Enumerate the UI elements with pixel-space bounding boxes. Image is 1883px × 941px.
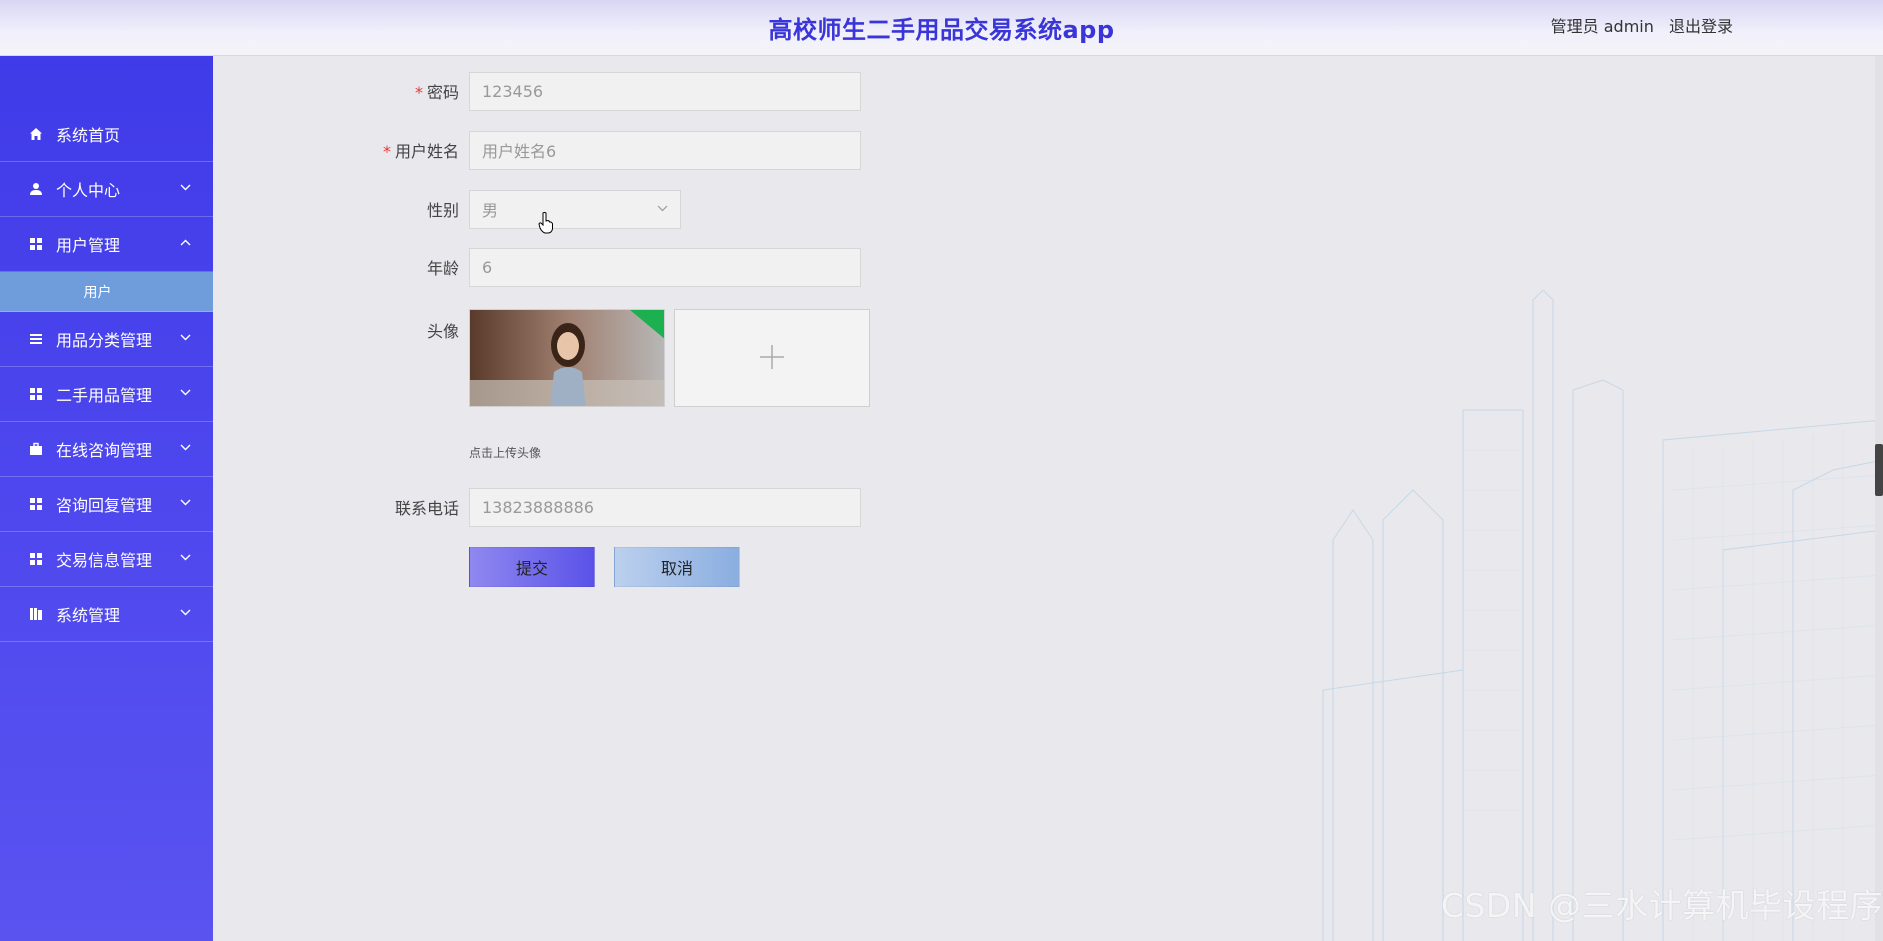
- plus-icon: [758, 335, 786, 381]
- chevron-up-icon: [180, 235, 191, 249]
- age-label: 年龄: [426, 259, 459, 278]
- sidebar-item-label: 用品分类管理: [56, 331, 153, 350]
- page-scrollbar-thumb[interactable]: [1875, 444, 1883, 496]
- grid-icon: [28, 496, 44, 512]
- logout-link[interactable]: 退出登录: [1669, 17, 1733, 36]
- required-mark: *: [382, 142, 391, 161]
- required-mark: *: [414, 83, 423, 102]
- sidebar-item-label: 交易信息管理: [56, 551, 153, 570]
- gender-label: 性别: [426, 201, 459, 220]
- sidebar-item-label: 二手用品管理: [56, 386, 153, 405]
- avatar-upload-hint: 点击上传头像: [469, 446, 542, 460]
- chevron-down-icon: [180, 550, 191, 564]
- admin-user-label: 管理员 admin: [1550, 17, 1654, 36]
- home-icon: [28, 126, 44, 142]
- cancel-button[interactable]: 取消: [614, 547, 740, 587]
- password-field[interactable]: 123456: [469, 71, 861, 111]
- sidebar-item-personal-center[interactable]: 个人中心: [0, 162, 213, 217]
- chevron-down-icon: [180, 385, 191, 399]
- sidebar-item-online-consult[interactable]: 在线咨询管理: [0, 422, 213, 477]
- top-header: 高校师生二手用品交易系统app 管理员 admin 退出登录: [0, 0, 1883, 56]
- password-label: * 密码: [414, 83, 459, 102]
- sidebar-item-consult-reply[interactable]: 咨询回复管理: [0, 477, 213, 532]
- sidebar: 系统首页 个人中心 用户管理 用户 用品分类管理 二手用品管理 在线咨询管理 咨…: [0, 56, 213, 941]
- sidebar-menu: 系统首页 个人中心 用户管理 用户 用品分类管理 二手用品管理 在线咨询管理 咨…: [0, 107, 213, 642]
- sidebar-item-trade-info[interactable]: 交易信息管理: [0, 532, 213, 587]
- sidebar-item-label: 用户管理: [56, 236, 121, 255]
- age-field[interactable]: 6: [469, 247, 861, 287]
- gender-select[interactable]: 男: [469, 189, 681, 229]
- grid-icon: [28, 551, 44, 567]
- chevron-down-icon: [180, 330, 191, 344]
- sidebar-subitem-label: 用户: [83, 284, 112, 301]
- sidebar-item-home[interactable]: 系统首页: [0, 107, 213, 162]
- list-icon: [28, 331, 44, 347]
- avatar-label: 头像: [426, 322, 459, 341]
- sidebar-item-label: 系统管理: [56, 606, 121, 625]
- chevron-down-icon: [657, 201, 668, 215]
- name-field[interactable]: 用户姓名6: [469, 130, 861, 170]
- chevron-down-icon: [180, 180, 191, 194]
- chevron-down-icon: [180, 605, 191, 619]
- sidebar-item-label: 个人中心: [56, 181, 121, 200]
- avatar-image[interactable]: [469, 309, 665, 407]
- sidebar-item-label: 咨询回复管理: [56, 496, 153, 515]
- page-scrollbar-track[interactable]: [1875, 56, 1883, 941]
- user-edit-form: * 密码 123456 * 用户姓名 用户姓名6 性别 男 年龄 6 头像 点击…: [213, 56, 1883, 941]
- grid-icon: [28, 236, 44, 252]
- user-area: 管理员 admin 退出登录: [1551, 13, 1733, 37]
- csdn-watermark: CSDN @三水计算机毕设程序: [1440, 886, 1883, 925]
- chevron-down-icon: [180, 495, 191, 509]
- phone-label: 联系电话: [394, 499, 459, 518]
- phone-field[interactable]: 13823888886: [469, 487, 861, 527]
- name-label: * 用户姓名: [382, 142, 459, 161]
- chevron-down-icon: [180, 440, 191, 454]
- sidebar-item-label: 系统首页: [56, 126, 121, 145]
- sidebar-subitem-user[interactable]: 用户: [0, 272, 213, 312]
- gender-select-value: 男: [482, 201, 499, 220]
- sidebar-item-label: 在线咨询管理: [56, 441, 153, 460]
- sidebar-item-user-management[interactable]: 用户管理: [0, 217, 213, 272]
- sidebar-item-system-management[interactable]: 系统管理: [0, 587, 213, 642]
- book-icon: [28, 606, 44, 622]
- sidebar-item-category-management[interactable]: 用品分类管理: [0, 312, 213, 367]
- hand-pointer-icon: [538, 212, 553, 234]
- briefcase-icon: [28, 441, 44, 457]
- person-icon: [28, 181, 44, 197]
- avatar-upload-button[interactable]: [674, 309, 870, 407]
- submit-button[interactable]: 提交: [469, 547, 595, 587]
- sidebar-item-secondhand-management[interactable]: 二手用品管理: [0, 367, 213, 422]
- grid-icon: [28, 386, 44, 402]
